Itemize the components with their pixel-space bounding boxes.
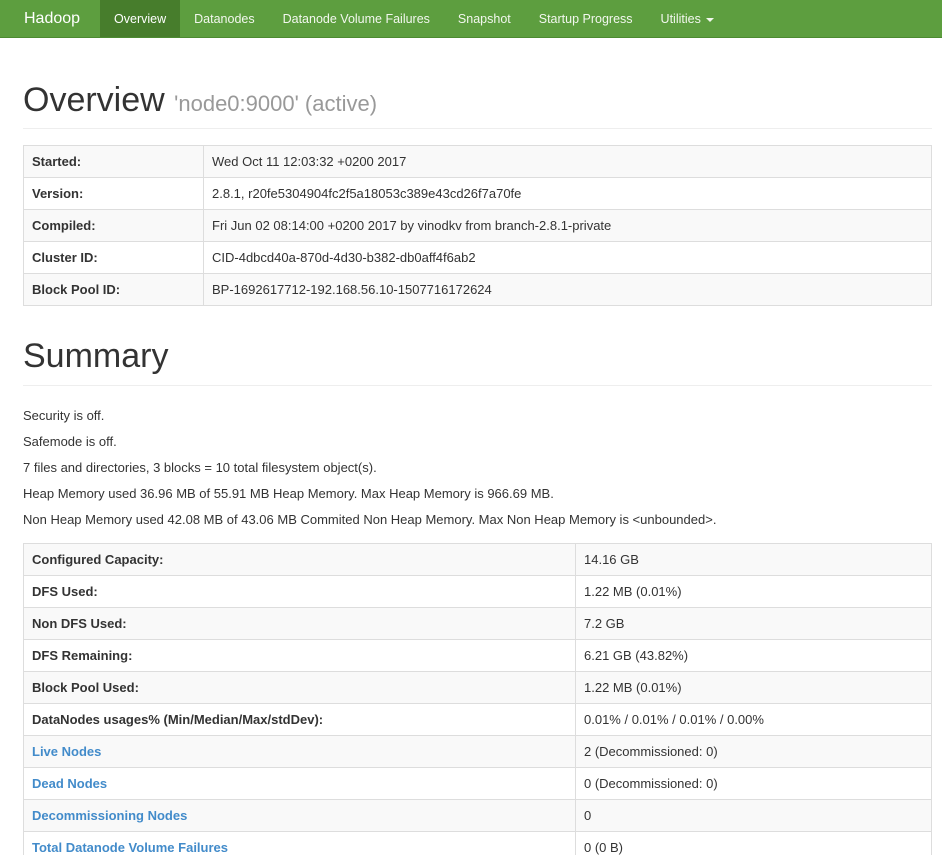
row-label: Version: xyxy=(23,177,204,211)
table-row: Non DFS Used: 7.2 GB xyxy=(23,606,932,640)
nav-item-utilities[interactable]: Utilities xyxy=(647,0,728,37)
overview-header: Overview 'node0:9000' (active) xyxy=(23,81,932,130)
chevron-down-icon xyxy=(705,17,714,22)
table-row: Block Pool ID: BP-1692617712-192.168.56.… xyxy=(23,273,932,307)
row-value: 2.8.1, r20fe5304904fc2f5a18053c389e43cd2… xyxy=(203,177,932,211)
row-value: 0 xyxy=(575,798,932,832)
main-content: Overview 'node0:9000' (active) Started: … xyxy=(0,81,942,855)
summary-line: Heap Memory used 36.96 MB of 55.91 MB He… xyxy=(23,485,554,501)
cluster-metrics-table: Configured Capacity: 14.16 GB DFS Used: … xyxy=(23,542,932,855)
row-value: BP-1692617712-192.168.56.10-150771617262… xyxy=(203,273,932,307)
table-row: Version: 2.8.1, r20fe5304904fc2f5a18053c… xyxy=(23,177,932,211)
row-value: 1.22 MB (0.01%) xyxy=(575,670,932,704)
table-row: DFS Remaining: 6.21 GB (43.82%) xyxy=(23,638,932,672)
row-value: 0 (0 B) xyxy=(575,830,932,855)
page-title-text: Overview xyxy=(23,81,165,119)
row-label: Total Datanode Volume Failures xyxy=(23,830,576,855)
live-nodes-link[interactable]: Live Nodes xyxy=(32,744,101,759)
decommissioning-nodes-link[interactable]: Decommissioning Nodes xyxy=(32,808,187,823)
row-value: 7.2 GB xyxy=(575,606,932,640)
row-label: DataNodes usages% (Min/Median/Max/stdDev… xyxy=(23,702,576,736)
nav-item-utilities-label: Utilities xyxy=(660,12,701,26)
table-row: Cluster ID: CID-4dbcd40a-870d-4d30-b382-… xyxy=(23,241,932,275)
row-value: Fri Jun 02 08:14:00 +0200 2017 by vinodk… xyxy=(203,209,932,243)
row-label: Block Pool Used: xyxy=(23,670,576,704)
page-title-subtitle: 'node0:9000' (active) xyxy=(174,91,378,116)
row-label: DFS Remaining: xyxy=(23,638,576,672)
row-value: 1.22 MB (0.01%) xyxy=(575,574,932,608)
table-row: Started: Wed Oct 11 12:03:32 +0200 2017 xyxy=(23,145,932,179)
row-label: Live Nodes xyxy=(23,734,576,768)
table-row: Total Datanode Volume Failures 0 (0 B) xyxy=(23,830,932,855)
table-row: DFS Used: 1.22 MB (0.01%) xyxy=(23,574,932,608)
row-label: Dead Nodes xyxy=(23,766,576,800)
row-value: Wed Oct 11 12:03:32 +0200 2017 xyxy=(203,145,932,179)
row-label: Non DFS Used: xyxy=(23,606,576,640)
summary-line: Non Heap Memory used 42.08 MB of 43.06 M… xyxy=(23,511,717,527)
row-value: 2 (Decommissioned: 0) xyxy=(575,734,932,768)
row-label: Compiled: xyxy=(23,209,204,243)
table-row: Decommissioning Nodes 0 xyxy=(23,798,932,832)
hadoop-brand-link[interactable]: Hadoop xyxy=(0,0,100,37)
row-label: Block Pool ID: xyxy=(23,273,204,307)
nav-item-snapshot[interactable]: Snapshot xyxy=(444,0,525,37)
summary-title: Summary xyxy=(23,337,169,376)
table-row: DataNodes usages% (Min/Median/Max/stdDev… xyxy=(23,702,932,736)
summary-paragraphs: Security is off. Safemode is off. 7 file… xyxy=(23,408,932,527)
row-label: Started: xyxy=(23,145,204,179)
top-navbar: Hadoop Overview Datanodes Datanode Volum… xyxy=(0,0,942,38)
dead-nodes-link[interactable]: Dead Nodes xyxy=(32,776,107,791)
nav-item-datanodes[interactable]: Datanodes xyxy=(180,0,268,37)
nav-item-datanode-volume-failures[interactable]: Datanode Volume Failures xyxy=(269,0,444,37)
summary-line: Safemode is off. xyxy=(23,433,117,449)
summary-header: Summary xyxy=(23,337,932,386)
row-value: 0 (Decommissioned: 0) xyxy=(575,766,932,800)
summary-line: Security is off. xyxy=(23,407,105,423)
table-row: Compiled: Fri Jun 02 08:14:00 +0200 2017… xyxy=(23,209,932,243)
row-value: 14.16 GB xyxy=(575,542,932,576)
row-label: Decommissioning Nodes xyxy=(23,798,576,832)
row-label: Configured Capacity: xyxy=(23,542,576,576)
table-row: Dead Nodes 0 (Decommissioned: 0) xyxy=(23,766,932,800)
row-label: DFS Used: xyxy=(23,574,576,608)
row-value: CID-4dbcd40a-870d-4d30-b382-db0aff4f6ab2 xyxy=(203,241,932,275)
table-row: Configured Capacity: 14.16 GB xyxy=(23,542,932,576)
page-title: Overview 'node0:9000' (active) xyxy=(23,81,932,119)
row-value: 6.21 GB (43.82%) xyxy=(575,638,932,672)
nav-item-overview[interactable]: Overview xyxy=(100,0,181,37)
summary-line: 7 files and directories, 3 blocks = 10 t… xyxy=(23,459,377,475)
row-value: 0.01% / 0.01% / 0.01% / 0.00% xyxy=(575,702,932,736)
table-row: Live Nodes 2 (Decommissioned: 0) xyxy=(23,734,932,768)
row-label: Cluster ID: xyxy=(23,241,204,275)
nav-item-startup-progress[interactable]: Startup Progress xyxy=(525,0,647,37)
namenode-info-table: Started: Wed Oct 11 12:03:32 +0200 2017 … xyxy=(23,145,932,307)
total-datanode-volume-failures-link[interactable]: Total Datanode Volume Failures xyxy=(32,840,228,855)
table-row: Block Pool Used: 1.22 MB (0.01%) xyxy=(23,670,932,704)
